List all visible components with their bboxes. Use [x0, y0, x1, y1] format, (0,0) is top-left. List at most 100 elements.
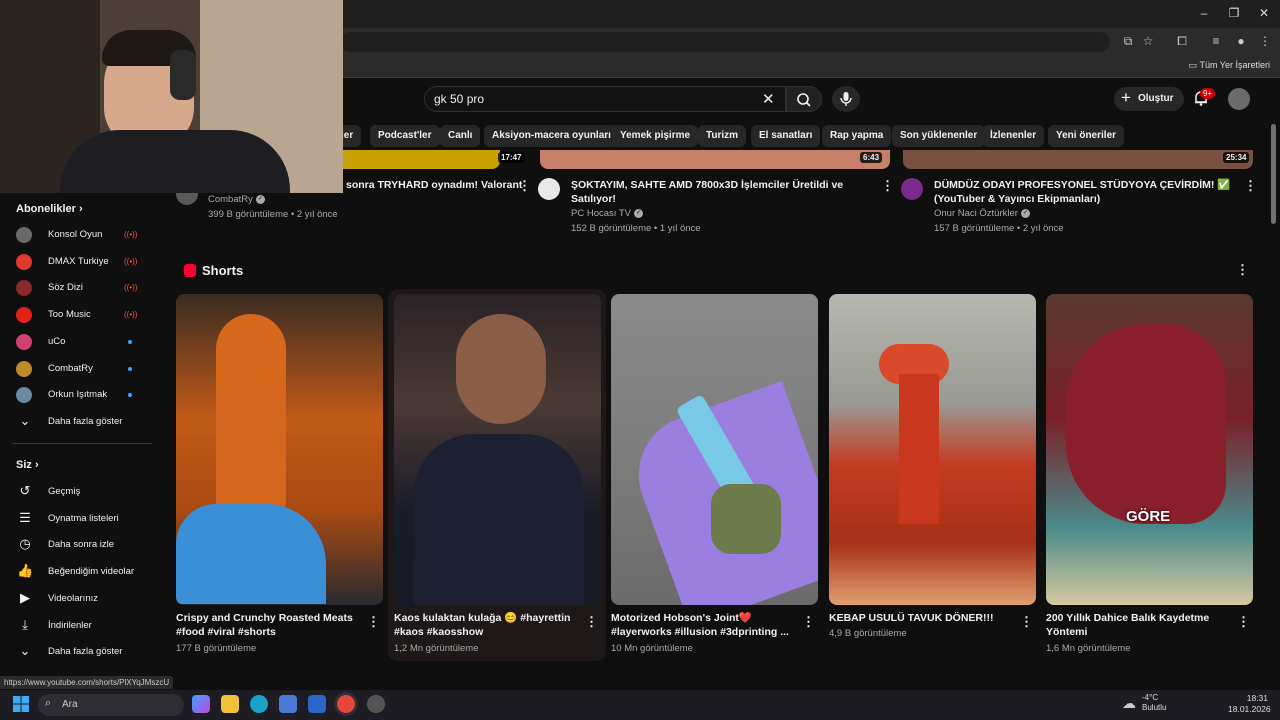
short-menu-icon[interactable]: ⋮ — [1020, 614, 1033, 630]
video-title[interactable]: ŞOKTAYIM, SAHTE AMD 7800x3D İşlemciler Ü… — [571, 178, 871, 192]
search-query[interactable]: gk 50 pro — [434, 92, 484, 106]
sidebar-item[interactable]: ▶ Videolarınız — [0, 586, 160, 612]
filter-chip[interactable]: Rap yapma — [822, 125, 892, 147]
sidebar-item[interactable]: ☰ Oynatma listeleri — [0, 506, 160, 532]
short-title-line2[interactable]: #food #viral #shorts — [176, 625, 356, 640]
edge-icon[interactable] — [250, 695, 268, 713]
voice-search-button[interactable] — [832, 86, 860, 112]
taskbar-clock[interactable]: 18:31 18.01.2026 — [1228, 693, 1271, 715]
live-indicator-icon: ((•)) — [124, 230, 138, 239]
verified-badge-icon: ✓ — [255, 194, 265, 204]
taskbar-search[interactable] — [38, 694, 184, 716]
search-button[interactable] — [786, 86, 822, 112]
download-icon: ⤓ — [22, 616, 28, 632]
profile-icon[interactable]: ● — [1233, 34, 1249, 48]
subscription-name: DMAX Turkiye — [48, 255, 109, 267]
filter-chip[interactable]: Son yüklenenler — [892, 125, 986, 147]
subscriptions-title[interactable]: Abonelikler › — [16, 203, 83, 215]
restore-icon[interactable]: ❐ — [1226, 6, 1242, 20]
short-views: 177 B görüntüleme — [176, 643, 257, 654]
close-window-icon[interactable]: ✕ — [1256, 6, 1272, 20]
channel-avatar[interactable] — [901, 178, 923, 200]
channel-name-text: CombatRy — [208, 194, 253, 205]
account-avatar[interactable] — [1228, 88, 1250, 110]
short-menu-icon[interactable]: ⋮ — [1237, 614, 1250, 630]
short-thumbnail[interactable] — [394, 294, 601, 605]
sidebar-subscription[interactable]: DMAX Turkiye ((•)) — [0, 249, 160, 275]
extensions-icon[interactable]: ⧠ — [1174, 34, 1190, 49]
sidebar-subscription[interactable]: uCo — [0, 329, 160, 355]
app-icon[interactable] — [367, 695, 385, 713]
short-title[interactable]: Kaos kulaktan kulağa 😊 #hayrettin — [394, 611, 574, 626]
filter-chip[interactable]: Canlı — [440, 125, 481, 147]
file-explorer-icon[interactable] — [221, 695, 239, 713]
channel-avatar[interactable] — [538, 178, 560, 200]
all-bookmarks-link[interactable]: ▭ Tüm Yer İşaretleri — [1189, 60, 1270, 71]
chrome-icon[interactable] — [337, 695, 355, 713]
page-scrollbar[interactable] — [1271, 124, 1276, 224]
search-icon: ⌕ — [45, 697, 52, 709]
you-section-title[interactable]: Siz › — [16, 459, 39, 471]
sidebar-subscription[interactable]: Orkun Işıtmak — [0, 382, 160, 408]
sidebar-item[interactable]: ◷ Daha sonra izle — [0, 532, 160, 558]
filter-chip[interactable]: Podcast'ler — [370, 125, 440, 147]
channel-name[interactable]: PC Hocası TV ✓ — [571, 208, 644, 219]
filter-chip[interactable]: Aksiyon-macera oyunları — [484, 125, 619, 147]
filter-chip[interactable]: Yemek pişirme — [612, 125, 699, 147]
channel-name[interactable]: Onur Naci Öztürkler ✓ — [934, 208, 1030, 219]
filter-chip[interactable]: El sanatları — [751, 125, 821, 147]
short-thumbnail[interactable]: GÖRE — [1046, 294, 1253, 605]
short-menu-icon[interactable]: ⋮ — [367, 614, 380, 630]
sidebar-item[interactable]: 👍 Beğendiğim videolar — [0, 559, 160, 585]
short-thumbnail[interactable] — [829, 294, 1036, 605]
sidebar-subscription[interactable]: Konsol Oyun ((•)) — [0, 222, 160, 248]
filter-chip[interactable]: Turizm — [698, 125, 747, 147]
video-title-line2[interactable]: (YouTuber & Yayıncı Ekipmanları) — [934, 192, 1234, 206]
show-more-you[interactable]: ⌄ Daha fazla göster — [0, 639, 160, 665]
video-thumbnail[interactable] — [903, 150, 1253, 169]
video-title-line2[interactable]: Satılıyor! — [571, 192, 871, 206]
video-meta: 157 B görüntüleme • 2 yıl önce — [934, 223, 1064, 234]
video-thumbnail[interactable] — [540, 150, 890, 169]
short-thumbnail[interactable] — [176, 294, 383, 605]
sidebar-item[interactable]: ↺ Geçmiş — [0, 479, 160, 505]
video-menu-icon[interactable]: ⋮ — [1244, 178, 1257, 194]
sidebar-subscription[interactable]: Too Music ((•)) — [0, 302, 160, 328]
short-title[interactable]: KEBAP USULÜ TAVUK DÖNER!!! — [829, 611, 1009, 626]
media-control-icon[interactable]: ≡ — [1208, 34, 1224, 48]
short-menu-icon[interactable]: ⋮ — [802, 614, 815, 630]
windows-start-icon[interactable] — [13, 696, 29, 712]
video-menu-icon[interactable]: ⋮ — [518, 178, 531, 194]
filter-chip[interactable]: Yeni öneriler — [1048, 125, 1125, 147]
video-title[interactable]: DÜMDÜZ ODAYI PROFESYONEL STÜDYOYA ÇEVİRD… — [934, 178, 1234, 192]
sidebar-subscription[interactable]: Söz Dizi ((•)) — [0, 275, 160, 301]
mail-icon[interactable] — [308, 695, 326, 713]
short-title[interactable]: Crispy and Crunchy Roasted Meats — [176, 611, 356, 626]
weather-widget[interactable]: -4°C Bulutlu — [1142, 693, 1166, 713]
thumbs-up-icon: 👍 — [17, 563, 34, 579]
bookmark-star-icon[interactable]: ☆ — [1140, 34, 1156, 48]
chevron-down-icon: ⌄ — [19, 643, 31, 658]
install-app-icon[interactable]: ⧉ — [1120, 34, 1136, 49]
sidebar-subscription[interactable]: CombatRy — [0, 356, 160, 382]
sidebar-item[interactable]: ⤓ İndirilenler — [0, 613, 160, 639]
short-title-line2[interactable]: Yöntemi — [1046, 625, 1226, 640]
minimize-icon[interactable]: – — [1196, 6, 1212, 20]
show-more-subscriptions[interactable]: ⌄ Daha fazla göster — [0, 409, 160, 435]
clear-search-icon[interactable]: ✕ — [762, 90, 775, 108]
url-field[interactable] — [340, 32, 1110, 52]
short-thumbnail[interactable] — [611, 294, 818, 605]
short-title[interactable]: 200 Yıllık Dahice Balık Kaydetme — [1046, 611, 1226, 626]
filter-chip[interactable]: İzlenenler — [982, 125, 1045, 147]
shorts-section-menu-icon[interactable]: ⋮ — [1236, 262, 1249, 278]
short-menu-icon[interactable]: ⋮ — [585, 614, 598, 630]
sidebar-item-label: Videolarınız — [48, 592, 98, 604]
store-icon[interactable] — [279, 695, 297, 713]
short-title-line2[interactable]: #layerworks #illusion #3dprinting ... — [611, 625, 791, 640]
copilot-icon[interactable] — [192, 695, 210, 713]
channel-name[interactable]: CombatRy ✓ — [208, 194, 265, 205]
browser-menu-icon[interactable]: ⋮ — [1257, 34, 1273, 48]
video-menu-icon[interactable]: ⋮ — [881, 178, 894, 194]
short-title[interactable]: Motorized Hobson's Joint❤️ — [611, 611, 791, 626]
short-title-line2[interactable]: #kaos #kaosshow — [394, 625, 574, 640]
